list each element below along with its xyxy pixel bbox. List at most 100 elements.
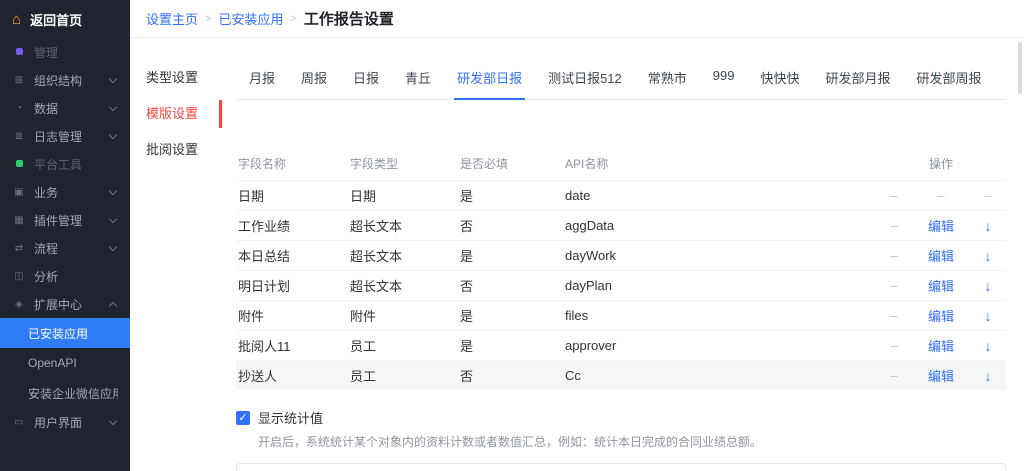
table-row: 本日总结超长文本是dayWork–编辑↓ bbox=[236, 240, 1006, 270]
settings-content: 类型设置模版设置批阅设置 月报周报日报青丘研发部日报测试日报512常熟市999快… bbox=[130, 38, 1024, 471]
field-name-cell: 抄送人 bbox=[238, 366, 350, 385]
move-down-icon[interactable]: ↓ bbox=[970, 338, 1006, 354]
org-structure-icon: ⊞ bbox=[12, 75, 26, 86]
breadcrumb-link[interactable]: 已安装应用 bbox=[218, 9, 283, 28]
field-name-cell: 本日总结 bbox=[238, 246, 350, 265]
table-row: 工作业绩超长文本否aggData–编辑↓ bbox=[236, 210, 1006, 240]
fields-table: 字段名称字段类型是否必填API名称操作 日期日期是date–––工作业绩超长文本… bbox=[236, 146, 1006, 390]
sidebar-item-label: 流程 bbox=[34, 240, 101, 257]
edit-link[interactable]: 编辑 bbox=[923, 216, 959, 235]
field-type-cell: 日期 bbox=[350, 186, 460, 205]
row-operations: –编辑↓ bbox=[876, 366, 1006, 385]
sidebar-item-label: OpenAPI bbox=[28, 356, 118, 370]
move-down-icon[interactable]: ↓ bbox=[970, 308, 1006, 324]
sidebar-item-business[interactable]: ▣业务 bbox=[0, 178, 130, 206]
settings-menu-item-type-settings[interactable]: 类型设置 bbox=[130, 60, 222, 96]
sidebar-item-data[interactable]: ◔数据 bbox=[0, 94, 130, 122]
row-operations: –编辑↓ bbox=[876, 306, 1006, 325]
analysis-icon: ◫ bbox=[12, 271, 26, 282]
sidebar-item-label: 日志管理 bbox=[34, 128, 101, 145]
row-operations: –编辑↓ bbox=[876, 216, 1006, 235]
sidebar-item-label: 已安装应用 bbox=[28, 325, 118, 342]
scrollbar-thumb[interactable] bbox=[1018, 42, 1022, 94]
chevron-down-icon bbox=[109, 244, 118, 253]
sidebar-item-user-interface[interactable]: ▭ 用户界面 bbox=[0, 408, 130, 436]
edit-link[interactable]: 编辑 bbox=[923, 306, 959, 325]
sidebar-item-analysis[interactable]: ◫ 分析 bbox=[0, 262, 130, 290]
sidebar-item-log-management[interactable]: ≣ 日志管理 bbox=[0, 122, 130, 150]
api-name-cell: dayPlan bbox=[565, 278, 876, 293]
move-down-icon[interactable]: ↓ bbox=[970, 248, 1006, 264]
report-tab[interactable]: 日报 bbox=[340, 58, 392, 99]
sidebar-item-label: 组织结构 bbox=[34, 72, 101, 89]
flow-icon: ⇄ bbox=[12, 243, 26, 254]
table-body: 日期日期是date–––工作业绩超长文本否aggData–编辑↓本日总结超长文本… bbox=[236, 180, 1006, 390]
report-type-tabs: 月报周报日报青丘研发部日报测试日报512常熟市999快快快研发部月报研发部周报 bbox=[236, 58, 1006, 100]
report-tab[interactable]: 测试日报512 bbox=[535, 58, 635, 99]
report-tab[interactable]: 常熟市 bbox=[635, 58, 700, 99]
report-tab[interactable]: 周报 bbox=[288, 58, 340, 99]
sidebar-item-admin[interactable]: 管理 bbox=[0, 38, 130, 66]
settings-menu-item-review-settings[interactable]: 批阅设置 bbox=[130, 132, 222, 168]
user-interface-icon: ▭ bbox=[12, 417, 26, 428]
sidebar-item-label: 扩展中心 bbox=[34, 296, 101, 313]
show-stats-checkbox[interactable]: ✓ bbox=[236, 411, 250, 425]
edit-link[interactable]: 编辑 bbox=[923, 366, 959, 385]
edit-link[interactable]: 编辑 bbox=[923, 336, 959, 355]
edit-link[interactable]: 编辑 bbox=[923, 246, 959, 265]
report-tab[interactable]: 研发部日报 bbox=[444, 58, 535, 99]
table-header-cell: 操作 bbox=[876, 155, 1006, 172]
op-disabled-dash: – bbox=[876, 338, 912, 353]
table-row: 明日计划超长文本否dayPlan–编辑↓ bbox=[236, 270, 1006, 300]
extension-center-icon: ◈ bbox=[12, 299, 26, 310]
field-name-cell: 日期 bbox=[238, 186, 350, 205]
sidebar-item-extension-center[interactable]: ◈ 扩展中心 bbox=[0, 290, 130, 318]
report-tab[interactable]: 研发部月报 bbox=[813, 58, 904, 99]
chevron-down-icon bbox=[109, 104, 118, 113]
back-to-home-button[interactable]: ⌂ 返回首页 bbox=[0, 0, 130, 38]
sidebar-item-org-structure[interactable]: ⊞ 组织结构 bbox=[0, 66, 130, 94]
sidebar-item-label: 平台工具 bbox=[34, 156, 118, 173]
table-header-cell: 字段类型 bbox=[350, 155, 460, 172]
row-operations: –编辑↓ bbox=[876, 246, 1006, 265]
sidebar-nav: 管理 ⊞ 组织结构 ◔数据 ≣ 日志管理平台工具 ▣业务▦插件管理 ⇄ 流程 ◫ 分析 ◈ 扩展中心已安… bbox=[0, 38, 130, 436]
table-row: 附件附件是files–编辑↓ bbox=[236, 300, 1006, 330]
breadcrumb-link[interactable]: 设置主页 bbox=[146, 9, 198, 28]
sidebar-item-label: 安装企业微信应用 bbox=[28, 385, 118, 402]
settings-menu-item-template-settings[interactable]: 模版设置 bbox=[130, 96, 222, 132]
sidebar-item-label: 用户界面 bbox=[34, 414, 101, 431]
report-tab[interactable]: 青丘 bbox=[392, 58, 444, 99]
sidebar-item-installed-apps[interactable]: 已安装应用 bbox=[0, 318, 130, 348]
move-down-icon[interactable]: ↓ bbox=[970, 218, 1006, 234]
sidebar-item-label: 分析 bbox=[34, 268, 118, 285]
sidebar-item-flow[interactable]: ⇄ 流程 bbox=[0, 234, 130, 262]
edit-link[interactable]: 编辑 bbox=[923, 276, 959, 295]
sidebar-item-platform-tools[interactable]: 平台工具 bbox=[0, 150, 130, 178]
platform-tools-icon bbox=[16, 160, 23, 167]
sidebar-item-install-wecom-app[interactable]: 安装企业微信应用 bbox=[0, 378, 130, 408]
chevron-down-icon bbox=[109, 188, 118, 197]
app-window: ⌂ 返回首页 管理 ⊞ 组织结构 ◔数据 ≣ 日志管理平台工具 ▣业务▦插件管理 ⇄ 流程 ◫ 分析… bbox=[0, 0, 1024, 471]
move-down-icon[interactable]: ↓ bbox=[970, 368, 1006, 384]
show-stats-label[interactable]: 显示统计值 bbox=[258, 408, 323, 427]
log-management-icon: ≣ bbox=[12, 131, 26, 142]
breadcrumb-current: 工作报告设置 bbox=[304, 8, 394, 29]
sidebar-item-openapi[interactable]: OpenAPI bbox=[0, 348, 130, 378]
business-icon: ▣ bbox=[12, 187, 26, 198]
api-name-cell: files bbox=[565, 308, 876, 323]
required-cell: 是 bbox=[460, 306, 565, 325]
main-area: 设置主页>已安装应用>工作报告设置 类型设置模版设置批阅设置 月报周报日报青丘研… bbox=[130, 0, 1024, 471]
stats-description: 开启后，系统统计某个对象内的资料计数或者数值汇总，例如：统计本日完成的合同业绩总… bbox=[258, 433, 1006, 450]
report-tab[interactable]: 月报 bbox=[236, 58, 288, 99]
sidebar-item-plugin-management[interactable]: ▦插件管理 bbox=[0, 206, 130, 234]
chevron-down-icon bbox=[109, 76, 118, 85]
op-disabled-dash: – bbox=[876, 278, 912, 293]
report-tab[interactable]: 研发部周报 bbox=[904, 58, 995, 99]
report-tab[interactable]: 999 bbox=[700, 58, 748, 99]
required-cell: 是 bbox=[460, 186, 565, 205]
move-down-icon[interactable]: ↓ bbox=[970, 278, 1006, 294]
op-disabled-dash: – bbox=[923, 188, 959, 203]
report-tab[interactable]: 快快快 bbox=[748, 58, 813, 99]
breadcrumb-separator: > bbox=[290, 13, 296, 25]
field-name-cell: 明日计划 bbox=[238, 276, 350, 295]
